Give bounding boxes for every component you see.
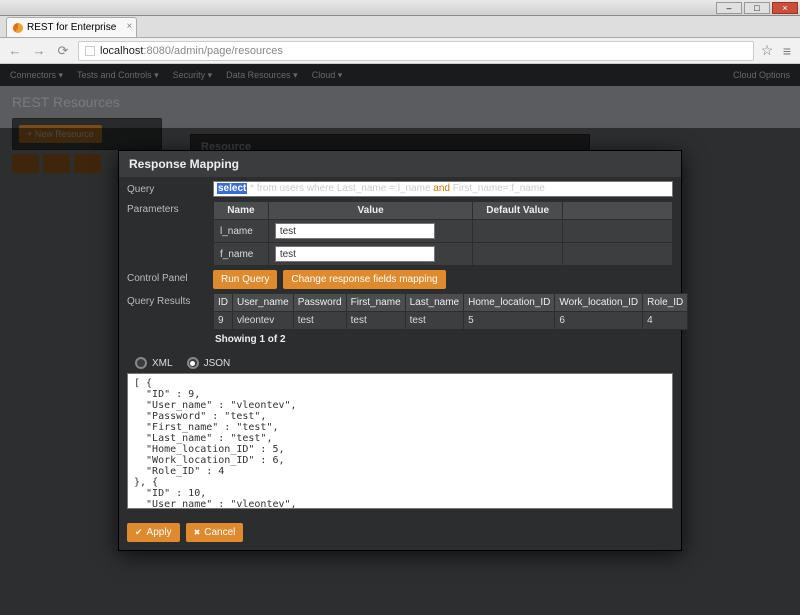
bookmark-star-icon[interactable]: ☆ [760,44,774,58]
cell: test [346,312,405,330]
query-text-1: * from users where Last_name =:l_name [247,183,433,194]
col-work-loc[interactable]: Work_location_ID [555,294,643,312]
table-row[interactable]: 9 vleontev test test test 5 6 4 [214,312,688,330]
address-bar[interactable]: localhost:8080/admin/page/resources [78,41,754,61]
param-default [473,243,563,266]
param-header-blank [563,202,673,220]
response-mapping-modal: Response Mapping Query select * from use… [118,150,682,551]
modal-title: Response Mapping [119,151,681,177]
cell: 4 [643,312,688,330]
apply-button[interactable]: Apply [127,523,180,542]
modal-footer: Apply Cancel [119,517,681,550]
param-header-value: Value [268,202,473,220]
col-password[interactable]: Password [293,294,346,312]
format-json-label: JSON [204,358,231,369]
nav-tests[interactable]: Tests and Controls ▾ [77,70,159,81]
nav-cloud-options[interactable]: Cloud Options [733,70,790,80]
browser-tabstrip: REST for Enterprise × [0,16,800,38]
cell: 9 [214,312,233,330]
chrome-menu-icon[interactable]: ≡ [780,44,794,58]
param-value-input[interactable] [275,246,435,262]
cell: 6 [555,312,643,330]
window-close-button[interactable]: × [772,2,798,14]
favicon-icon [13,23,23,33]
query-keyword-and: and [433,183,450,194]
nav-data-resources[interactable]: Data Resources ▾ [226,70,298,81]
format-radio-row: XML JSON [127,353,673,373]
query-input[interactable]: select * from users where Last_name =:l_… [213,181,673,197]
url-path: :8080/admin/page/resources [143,45,282,57]
tab-close-icon[interactable]: × [126,21,132,32]
tab-title: REST for Enterprise [27,22,116,33]
param-value-input[interactable] [275,223,435,239]
parameters-label: Parameters [127,201,205,215]
radio-icon [187,357,199,369]
control-panel-label: Control Panel [127,270,205,284]
col-home-loc[interactable]: Home_location_ID [464,294,555,312]
param-row: l_name [214,220,673,243]
reload-button[interactable]: ⟳ [54,42,72,60]
window-minimize-button[interactable]: – [716,2,742,14]
param-name: f_name [214,243,269,266]
back-button[interactable]: ← [6,42,24,60]
cancel-label: Cancel [204,527,235,538]
radio-icon [135,357,147,369]
browser-toolbar: ← → ⟳ localhost:8080/admin/page/resource… [0,38,800,64]
run-query-button[interactable]: Run Query [213,270,277,289]
results-table: ID User_name Password First_name Last_na… [213,293,688,330]
query-label: Query [127,181,205,195]
param-default [473,220,563,243]
showing-text: Showing 1 of 2 [213,330,673,349]
change-mapping-button[interactable]: Change response fields mapping [283,270,445,289]
format-xml-option[interactable]: XML [135,357,173,369]
check-icon [135,527,143,538]
format-xml-label: XML [152,358,173,369]
close-icon [194,527,201,538]
col-lastname[interactable]: Last_name [405,294,463,312]
parameters-table: Name Value Default Value l_name f_name [213,201,673,266]
cell: test [293,312,346,330]
param-name: l_name [214,220,269,243]
param-row: f_name [214,243,673,266]
col-username[interactable]: User_name [233,294,294,312]
browser-tab[interactable]: REST for Enterprise × [6,17,137,37]
response-body-textarea[interactable]: [ { "ID" : 9, "User_name" : "vleontev", … [127,373,673,509]
cell: 5 [464,312,555,330]
cancel-button[interactable]: Cancel [186,523,244,542]
app-topnav: Connectors ▾ Tests and Controls ▾ Securi… [0,64,800,86]
url-host: localhost [100,45,143,57]
nav-cloud[interactable]: Cloud ▾ [312,70,343,81]
cell: vleontev [233,312,294,330]
page-icon [85,46,95,56]
window-maximize-button[interactable]: □ [744,2,770,14]
param-header-name: Name [214,202,269,220]
forward-button[interactable]: → [30,42,48,60]
format-json-option[interactable]: JSON [187,357,231,369]
col-id[interactable]: ID [214,294,233,312]
param-header-default: Default Value [473,202,563,220]
col-firstname[interactable]: First_name [346,294,405,312]
query-results-label: Query Results [127,293,205,307]
cell: test [405,312,463,330]
window-titlebar: – □ × [0,0,800,16]
page-title: REST Resources [0,86,800,114]
nav-connectors[interactable]: Connectors ▾ [10,70,63,81]
nav-security[interactable]: Security ▾ [173,70,213,81]
apply-label: Apply [147,527,172,538]
query-text-2: First_name=:f_name [450,183,545,194]
col-role[interactable]: Role_ID [643,294,688,312]
query-keyword-select: select [217,183,247,194]
